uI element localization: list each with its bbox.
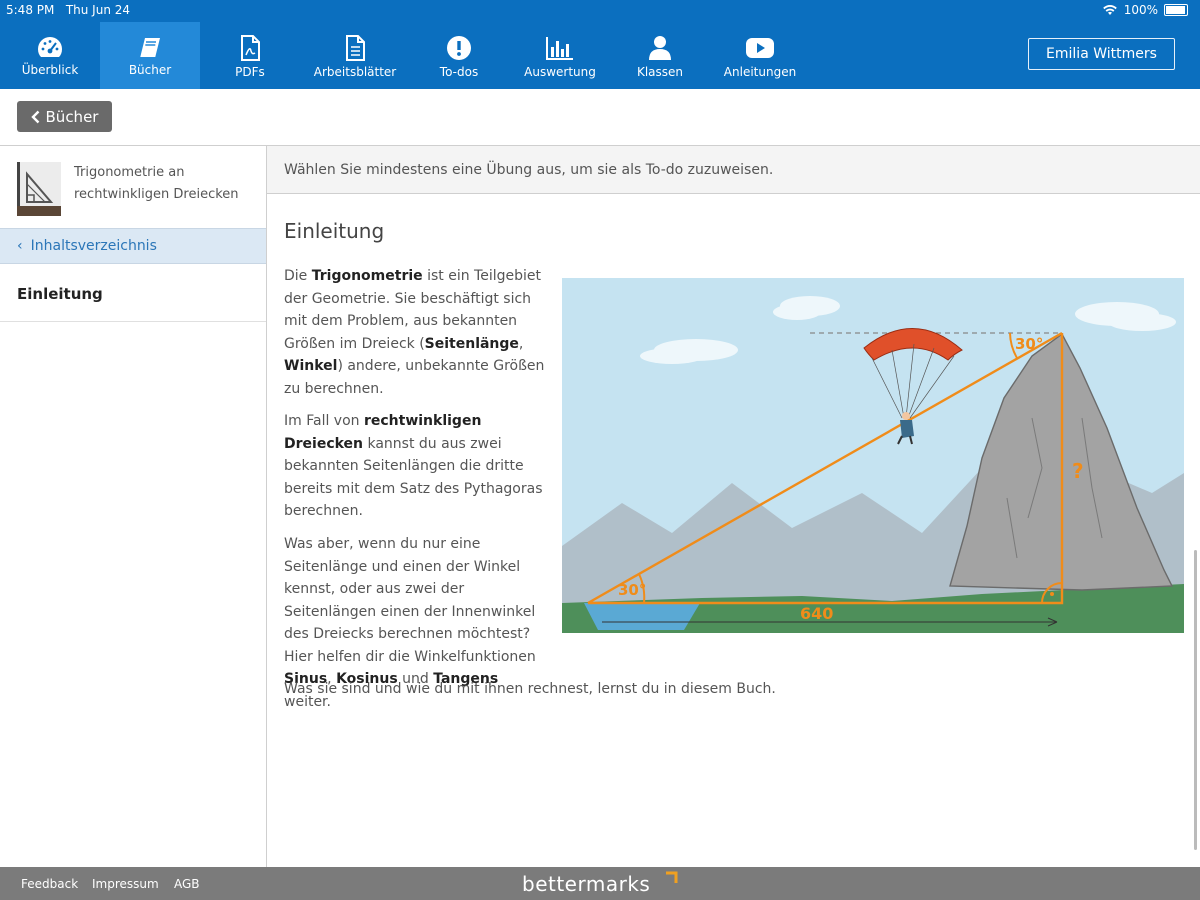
battery-icon [1164,4,1188,16]
battery-percent: 100% [1123,3,1158,17]
paragraph-1: Die Trigonometrie ist ein Teilgebiet der… [284,268,545,397]
nav-item-klassen[interactable]: Klassen [610,22,710,89]
nav-item-anleitungen[interactable]: Anleitungen [710,22,810,89]
sidebar: Trigonometrie an rechtwinkligen Dreiecke… [0,146,267,867]
angle-top-label: 30° [1015,335,1043,353]
footer-link-feedback[interactable]: Feedback [21,877,78,891]
back-button-label: Bücher [45,107,99,126]
content-area: Einleitung Die Trigonometrie ist ein Tei… [267,195,1200,867]
chevron-left-icon: ‹ [17,238,23,254]
trigonometry-illustration: 30° 30° 640 ? [562,278,1184,633]
nav-item-pdfs[interactable]: PDFs [200,22,300,89]
footer-link-impressum[interactable]: Impressum [92,877,159,891]
bar-chart-icon [546,37,573,60]
book-cover-icon [17,162,61,216]
footer: Feedback Impressum AGB bettermarks [0,867,1200,900]
toc-item-einleitung[interactable]: Einleitung [0,266,266,322]
nav-item-arbeitsblaetter[interactable]: Arbeitsblätter [305,22,405,89]
nav-label: Überblick [21,63,79,77]
paragraph-2: Im Fall von rechtwinkligen Dreiecken kan… [284,413,543,519]
assign-hint: Wählen Sie mindestens eine Übung aus, um… [267,146,1200,194]
nav-item-todos[interactable]: To-dos [409,22,509,89]
angle-bottom-label: 30° [618,581,646,599]
person-icon [649,36,671,60]
subheader: Bücher [0,89,1200,146]
unknown-height-label: ? [1072,459,1084,483]
nav-label: Arbeitsblätter [313,65,397,79]
toc-link-label: Inhaltsverzeichnis [30,238,157,254]
status-right: 100% [1102,3,1188,17]
content-scrollbar[interactable] [1194,550,1197,850]
nav-item-buecher[interactable]: Bücher [100,22,200,89]
video-icon [746,38,774,58]
nav-label: Anleitungen [723,65,797,79]
book-cover [17,162,61,216]
base-length-label: 640 [800,604,833,623]
paragraph-4: Was sie sind und wie du mit ihnen rechne… [284,681,776,697]
book-icon [140,38,160,57]
status-time: 5:48 PM Thu Jun 24 [6,3,131,17]
brand-mark-icon [666,871,678,883]
nav-item-ueberblick[interactable]: Überblick [0,22,100,89]
dashboard-icon [38,37,62,57]
nav-item-auswertung[interactable]: Auswertung [510,22,610,89]
nav-label: Klassen [636,65,684,79]
page-title: Einleitung [284,219,385,243]
chevron-left-icon [30,110,39,123]
nav-label: PDFs [235,65,265,79]
wifi-icon [1102,4,1117,15]
nav-label: To-dos [439,65,479,79]
footer-link-agb[interactable]: AGB [174,877,200,891]
worksheet-icon [346,35,365,61]
alert-icon [447,36,471,60]
nav-label: Bücher [128,63,172,77]
back-button[interactable]: Bücher [17,101,112,132]
main-nav: Überblick Bücher PDFs Arbeitsblätter To-… [0,22,1200,89]
status-bar: 5:48 PM Thu Jun 24 100% [0,0,1200,22]
brand-logo: bettermarks [522,872,651,896]
pdf-icon [241,35,260,61]
toc-link[interactable]: ‹ Inhaltsverzeichnis [0,228,266,264]
book-title: Trigonometrie an rechtwinkligen Dreiecke… [74,165,239,202]
nav-label: Auswertung [524,65,596,79]
user-menu-button[interactable]: Emilia Wittmers [1028,38,1175,70]
